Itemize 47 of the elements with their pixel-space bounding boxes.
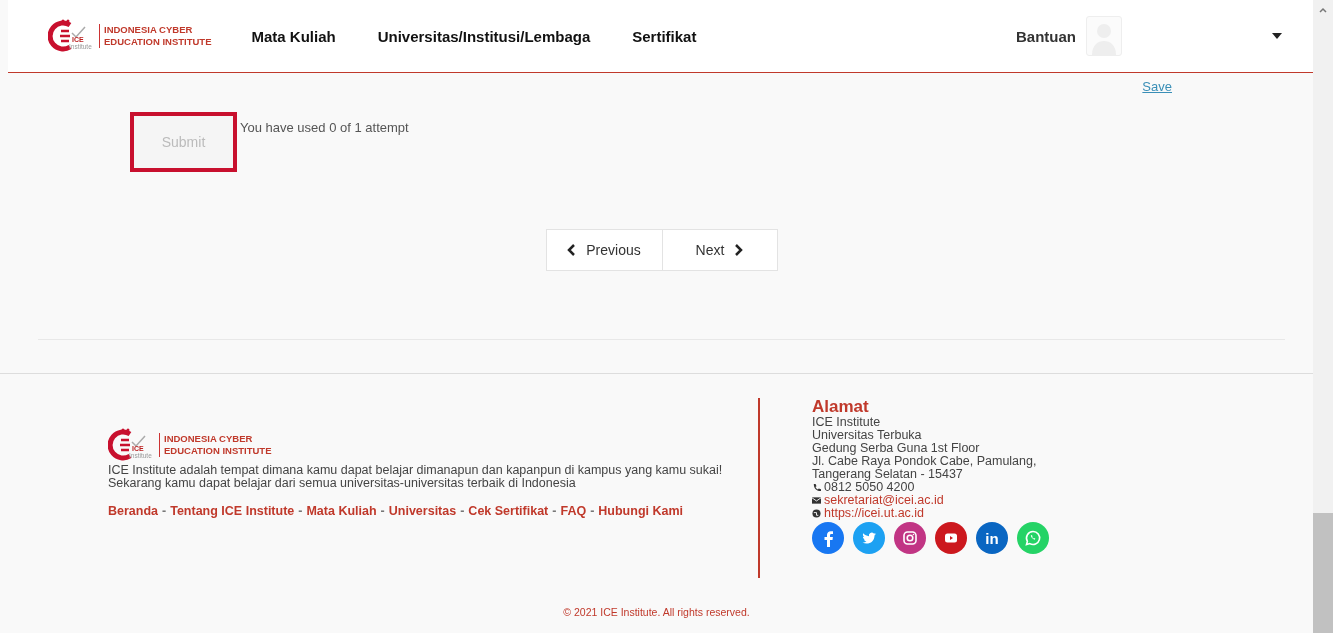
nav-link[interactable]: Mata Kuliah bbox=[251, 27, 336, 45]
nav-link[interactable]: Sertifikat bbox=[632, 27, 697, 45]
link-separator: - bbox=[380, 504, 385, 518]
footer-link[interactable]: Universitas bbox=[388, 504, 457, 518]
bird-icon[interactable] bbox=[853, 522, 885, 554]
email-link[interactable]: sekretariat@icei.ac.id bbox=[824, 494, 944, 507]
address-line: Jl. Cabe Raya Pondok Cabe, Pamulang, bbox=[812, 455, 1038, 468]
website-link[interactable]: https://icei.ut.ac.id bbox=[824, 507, 925, 520]
footer-link[interactable]: Hubungi Kami bbox=[598, 504, 684, 518]
mail-icon bbox=[812, 496, 821, 505]
chevron-left-icon bbox=[567, 244, 577, 256]
chevron-right-icon bbox=[734, 244, 744, 256]
phone-number: 0812 5050 4200 bbox=[824, 481, 915, 494]
nav-link[interactable]: Universitas/Institusi/Lembaga bbox=[377, 27, 591, 45]
description-text: Sekarang kamu dapat belajar dari semua universitas-universitas terbaik di Indonesia bbox=[108, 477, 577, 490]
logo-text: EDUCATION INSTITUTE bbox=[164, 445, 272, 457]
scroll-up-icon[interactable] bbox=[1318, 6, 1328, 14]
address-line: Gedung Serba Guna 1st Floor bbox=[812, 442, 981, 455]
logo-text: EDUCATION INSTITUTE bbox=[104, 36, 212, 48]
phone-icon bbox=[812, 483, 821, 492]
address-line: Universitas Terbuka bbox=[812, 429, 923, 442]
description-text: ICE Institute adalah tempat dimana kamu dapat belajar dimanapun dan kapanpun di kampus yang kamu sukai! bbox=[108, 464, 724, 477]
link-separator: - bbox=[298, 504, 303, 518]
footer-link[interactable]: Tentang ICE Institute bbox=[170, 504, 295, 518]
copyright-text: © 2021 ICE Institute. All rights reserved. bbox=[563, 606, 750, 618]
caret-icon[interactable] bbox=[1272, 33, 1282, 39]
link-separator: - bbox=[460, 504, 465, 518]
footer-link[interactable]: FAQ bbox=[560, 504, 587, 518]
linkedin-icon[interactable]: in bbox=[976, 522, 1008, 554]
attempts-text: You have used 0 of 1 attempt bbox=[240, 119, 409, 135]
scrollbar-thumb[interactable] bbox=[1313, 513, 1333, 633]
logo-text: INDONESIA CYBER bbox=[104, 24, 194, 36]
address-title: Alamat bbox=[812, 398, 870, 416]
link-separator: - bbox=[162, 504, 167, 518]
facebook-icon[interactable] bbox=[812, 522, 844, 554]
help-link[interactable]: Bantuan bbox=[1016, 27, 1076, 45]
save-link[interactable]: Save bbox=[1142, 79, 1172, 94]
camera-icon[interactable] bbox=[894, 522, 926, 554]
play-icon[interactable] bbox=[935, 522, 967, 554]
logo-text: INDONESIA CYBER bbox=[164, 433, 254, 445]
footer-link[interactable]: Cek Sertifikat bbox=[468, 504, 549, 518]
link-separator: - bbox=[552, 504, 557, 518]
footer-link[interactable]: Mata Kuliah bbox=[306, 504, 377, 518]
link-separator: - bbox=[590, 504, 595, 518]
address-line: Tangerang Selatan - 15437 bbox=[812, 468, 964, 481]
address-line: ICE Institute bbox=[812, 416, 882, 429]
footer-link[interactable]: Beranda bbox=[108, 504, 159, 518]
